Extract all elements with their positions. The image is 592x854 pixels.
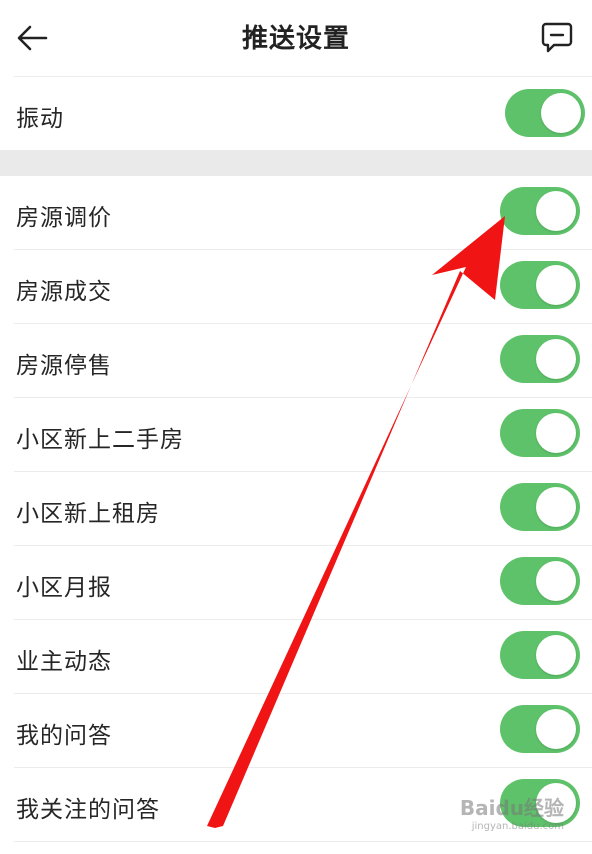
setting-label: 我的问答: [16, 723, 112, 749]
toggle-knob: [536, 709, 576, 749]
setting-toggle[interactable]: [500, 261, 580, 309]
setting-row: 小区新上租房: [0, 472, 592, 546]
watermark: Baidu经验 jingyan.baidu.com: [460, 792, 564, 832]
top-bar: 推送设置: [0, 0, 592, 76]
setting-label: 房源调价: [16, 205, 112, 231]
setting-row: 业主动态: [0, 620, 592, 694]
toggle-knob: [536, 635, 576, 675]
setting-toggle[interactable]: [500, 187, 580, 235]
setting-row: 我的问答: [0, 694, 592, 768]
setting-toggle[interactable]: [500, 631, 580, 679]
message-square-icon[interactable]: [540, 20, 574, 54]
setting-toggle[interactable]: [500, 335, 580, 383]
setting-toggle[interactable]: [500, 409, 580, 457]
watermark-text: Baidu经验: [459, 796, 564, 820]
toggle-knob: [536, 339, 576, 379]
toggle-knob: [536, 265, 576, 305]
setting-toggle[interactable]: [500, 557, 580, 605]
setting-label: 业主动态: [16, 649, 112, 675]
toggle-knob: [536, 413, 576, 453]
row-divider: [14, 841, 592, 842]
vibration-row: 振动: [0, 77, 592, 150]
setting-label: 房源停售: [16, 353, 112, 379]
setting-row: 房源停售: [0, 324, 592, 398]
vibration-toggle[interactable]: [505, 89, 585, 137]
setting-label: 小区新上二手房: [16, 427, 184, 453]
setting-toggle[interactable]: [500, 705, 580, 753]
toggle-knob: [541, 93, 581, 133]
setting-row: 房源调价: [0, 176, 592, 250]
setting-label: 房源成交: [16, 279, 112, 305]
section-gap: [0, 150, 592, 176]
watermark-sub: jingyan.baidu.com: [471, 821, 564, 832]
push-settings-screen: 推送设置 振动 房源调价房源成交房源停售小区新上二手房 小区新上租房 小区月报业主动…: [0, 0, 592, 854]
setting-row: 房源成交: [0, 250, 592, 324]
page-title: 推送设置: [241, 24, 350, 54]
toggle-knob: [536, 191, 576, 231]
toggle-knob: [536, 561, 576, 601]
setting-toggle[interactable]: [500, 483, 580, 531]
setting-row: 小区月报: [0, 546, 592, 620]
setting-row: 小区新上二手房: [0, 398, 592, 472]
setting-label: 我关注的问答: [16, 797, 160, 823]
vibration-label: 振动: [16, 106, 64, 132]
toggle-knob: [536, 487, 576, 527]
setting-label: 小区新上租房: [16, 501, 160, 527]
setting-label: 小区月报: [16, 575, 112, 601]
